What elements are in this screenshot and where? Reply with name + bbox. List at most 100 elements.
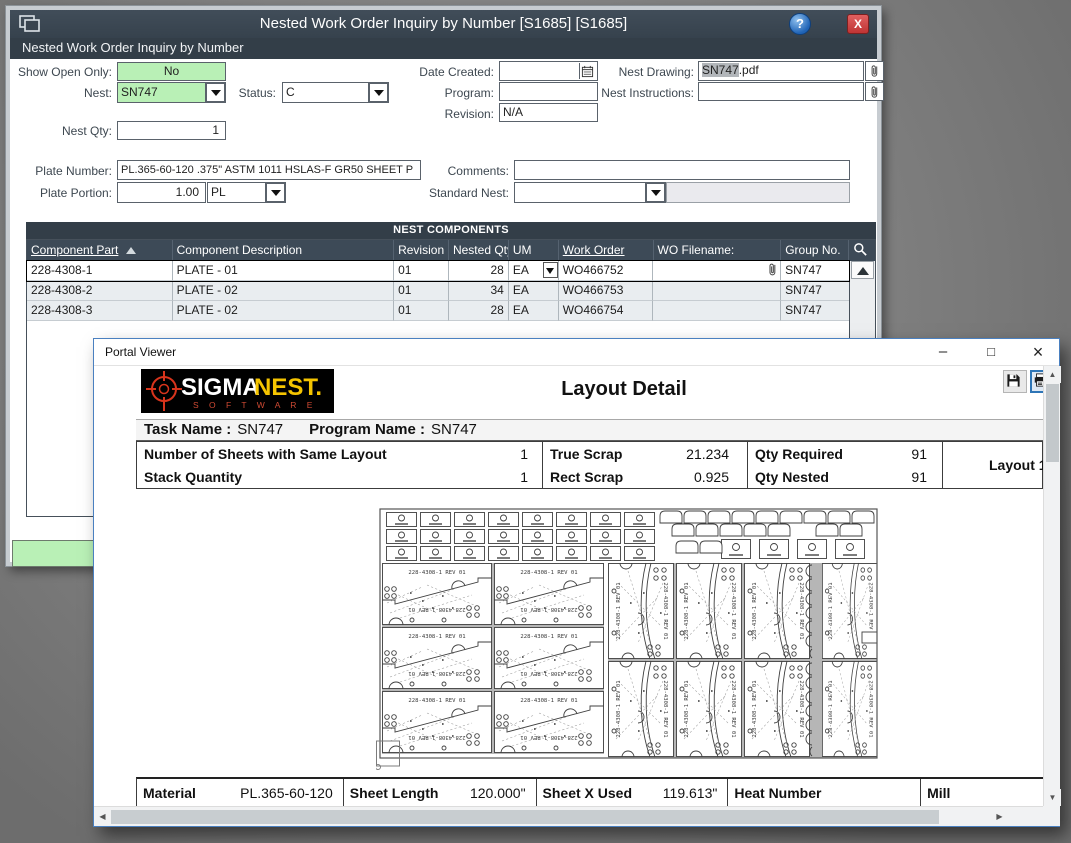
stack-value: 1 [520,469,542,485]
status-combo[interactable]: C [282,82,389,103]
table-header-row: Component Part Component Description Rev… [27,240,875,261]
nest-instructions-attachment-button[interactable] [865,82,884,101]
table-row[interactable]: 228-4308-3 PLATE - 02 01 28 EA WO466754 … [27,301,849,321]
nest-instructions-field[interactable] [698,82,864,101]
true-scrap-value: 21.234 [686,446,747,462]
col-nested-qty[interactable]: Nested Qty [449,240,509,261]
heat-number-label: Heat Number [728,785,910,801]
layout-number-label: Layout 1 [942,442,1043,488]
standard-nest-dropdown-icon[interactable] [646,184,664,201]
vertical-scrollbar[interactable]: ▲ ▼ [1043,366,1060,806]
report-heading: Layout Detail [394,378,854,401]
um-dropdown-icon[interactable] [543,262,558,278]
nest-label: Nest: [10,84,112,103]
nest-qty-field[interactable]: 1 [117,121,226,140]
task-name-value: SN747 [237,421,283,438]
paperclip-icon [868,63,881,79]
scroll-up-icon[interactable] [851,261,874,279]
col-group-no[interactable]: Group No. [781,240,849,261]
save-button[interactable] [1003,370,1027,393]
layout-stats-table: Number of Sheets with Same Layout1 Stack… [136,441,1043,489]
sheet-length-value: 120.000" [470,785,536,801]
table-row[interactable]: 228-4308-1 PLATE - 01 01 28 EA WO466752 … [27,261,849,281]
nest-layout-drawing: 228-4308-1 REV 01 228-4308-1 REV 01 [376,506,881,771]
logo-nest-text: NEST. [254,374,322,401]
horizontal-scroll-thumb[interactable] [111,810,939,824]
comments-field[interactable] [514,160,850,180]
revision-label: Revision: [380,105,494,124]
plate-number-field[interactable]: PL.365-60-120 .375" ASTM 1011 HSLAS-F GR… [117,160,421,180]
material-label: Material [137,785,240,801]
col-revision[interactable]: Revision [394,240,449,261]
inquiry-titlebar[interactable]: Nested Work Order Inquiry by Number [S16… [10,10,877,38]
scroll-right-icon[interactable]: ▶ [991,807,1008,826]
portal-viewer-window: Portal Viewer – □ × SIGMA NEST. S O F T … [93,338,1060,827]
plate-portion-field[interactable]: 1.00 [117,182,206,203]
horizontal-scrollbar[interactable]: ◀ ▶ [94,806,1043,826]
qty-nested-label: Qty Nested [748,469,911,485]
col-wo-filename[interactable]: WO Filename: [654,240,782,261]
bottom-green-button[interactable] [12,540,103,567]
stack-label: Stack Quantity [137,469,520,485]
table-row[interactable]: 228-4308-2 PLATE - 02 01 34 EA WO466753 … [27,281,849,301]
show-open-only-label: Show Open Only: [10,63,112,82]
rect-scrap-value: 0.925 [694,469,747,485]
nest-drawing-selected-text: SN747 [702,63,739,77]
sheets-label: Number of Sheets with Same Layout [137,446,520,462]
nest-components-header: NEST COMPONENTS [26,222,876,239]
portal-title: Portal Viewer [105,345,176,359]
qty-required-label: Qty Required [748,446,911,462]
standard-nest-label: Standard Nest: [395,184,509,203]
plate-portion-um-combo[interactable]: PL [207,182,286,203]
calendar-icon[interactable] [579,63,596,79]
program-name-value: SN747 [431,421,477,438]
floppy-icon [1006,373,1021,388]
sigmanest-logo: SIGMA NEST. S O F T W A R E [141,369,334,413]
scroll-up-icon[interactable]: ▲ [1044,366,1061,383]
col-component-part[interactable]: Component Part [27,240,173,261]
search-icon[interactable] [849,240,875,261]
nest-drawing-attachment-button[interactable] [865,61,884,81]
help-button[interactable]: ? [789,13,811,35]
maximize-button[interactable]: □ [978,339,1004,366]
nest-value: SN747 [121,85,158,99]
sheet-length-label: Sheet Length [344,785,470,801]
program-label: Program: [380,84,494,103]
vertical-scroll-thumb[interactable] [1046,384,1059,462]
close-button[interactable]: X [847,14,869,34]
printer-icon [1033,373,1043,387]
standard-nest-combo[interactable] [514,182,666,203]
logo-sigma-text: SIGMA [181,374,260,401]
col-component-description[interactable]: Component Description [173,240,394,261]
plate-portion-dropdown-icon[interactable] [266,184,284,201]
qty-nested-value: 91 [911,469,942,485]
rect-scrap-label: Rect Scrap [543,469,694,485]
qty-required-value: 91 [911,446,942,462]
logo-software-text: S O F T W A R E [193,400,316,410]
scroll-left-icon[interactable]: ◀ [94,807,111,826]
portal-close-button[interactable]: × [1025,339,1051,366]
paperclip-icon [868,84,881,100]
status-dropdown-icon[interactable] [369,84,387,101]
window-title: Nested Work Order Inquiry by Number [S16… [10,15,877,32]
show-open-only-field[interactable]: No [117,62,226,81]
program-name-label: Program Name : [309,421,425,438]
col-work-order[interactable]: Work Order [559,240,654,261]
sheet-x-used-value: 119.613" [663,785,728,801]
nest-qty-label: Nest Qty: [10,122,112,141]
portal-titlebar[interactable]: Portal Viewer – □ × [94,339,1059,366]
mill-label: Mill [921,785,1033,801]
date-created-label: Date Created: [380,63,494,82]
print-button[interactable] [1030,370,1043,393]
nest-drawing-field[interactable]: SN747.pdf [698,61,864,81]
date-created-field[interactable] [499,61,598,81]
nest-dropdown-icon[interactable] [206,84,224,101]
sheet-x-used-label: Sheet X Used [537,785,663,801]
nest-combo[interactable]: SN747 [117,82,226,103]
scroll-down-icon[interactable]: ▼ [1044,789,1061,806]
minimize-button[interactable]: – [930,339,956,366]
revision-field[interactable]: N/A [499,103,598,122]
program-field[interactable] [499,82,598,101]
paperclip-icon[interactable] [766,261,779,281]
col-um[interactable]: UM [509,240,559,261]
